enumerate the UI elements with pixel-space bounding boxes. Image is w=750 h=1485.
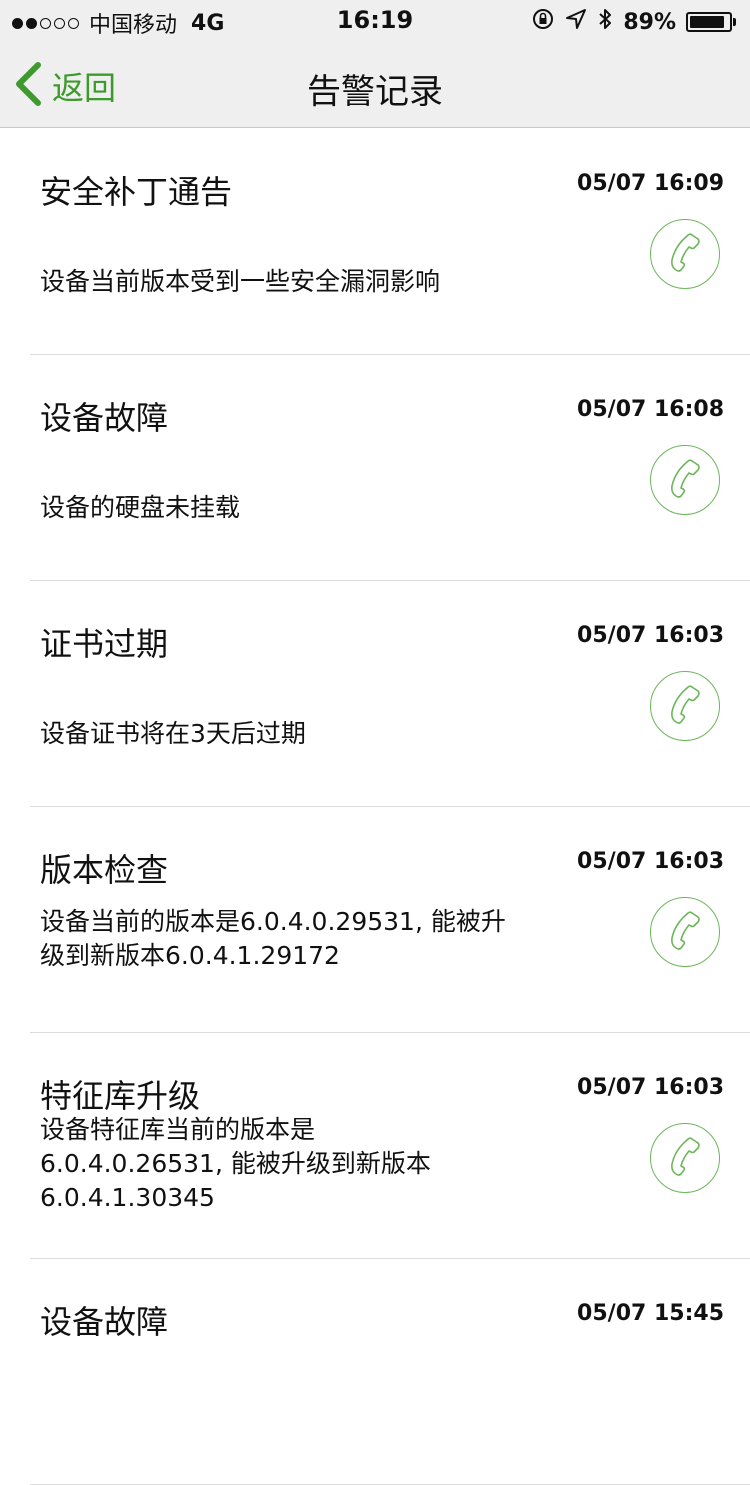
alert-item[interactable]: 安全补丁通告 05/07 16:09 设备当前版本受到一些安全漏洞影响 [0, 129, 750, 355]
alert-time: 05/07 15:45 [577, 1301, 724, 1326]
status-bar: 中国移动 4G 16:19 89% [0, 0, 750, 40]
alert-item[interactable]: 版本检查 05/07 16:03 设备当前的版本是6.0.4.0.29531, … [0, 807, 750, 1033]
alert-title: 设备故障 [40, 399, 169, 437]
phone-icon [667, 684, 703, 728]
phone-icon [667, 232, 703, 276]
alert-title: 证书过期 [40, 625, 169, 663]
alert-title: 安全补丁通告 [40, 173, 233, 211]
alert-description: 设备的硬盘未挂载 [40, 493, 241, 522]
rotation-lock-icon [531, 7, 555, 37]
alert-title: 特征库升级 [40, 1077, 201, 1115]
battery-percent: 89% [623, 9, 676, 35]
phone-icon [667, 1136, 703, 1180]
alert-time: 05/07 16:03 [577, 1075, 724, 1100]
alert-time: 05/07 16:03 [577, 849, 724, 874]
alert-description: 设备当前版本受到一些安全漏洞影响 [40, 267, 441, 296]
alert-title: 版本检查 [40, 851, 169, 889]
phone-icon [667, 910, 703, 954]
call-button[interactable] [650, 219, 720, 289]
alert-time: 05/07 16:03 [577, 623, 724, 648]
alert-item[interactable]: 证书过期 05/07 16:03 设备证书将在3天后过期 [0, 581, 750, 807]
battery-level [690, 16, 724, 28]
call-button[interactable] [650, 445, 720, 515]
status-right: 89% [531, 7, 736, 37]
call-button[interactable] [650, 671, 720, 741]
alert-description: 设备特征库当前的版本是 6.0.4.0.26531, 能被升级到新版本 6.0.… [40, 1115, 431, 1212]
alert-item[interactable]: 特征库升级 05/07 16:03 设备特征库当前的版本是 6.0.4.0.26… [0, 1033, 750, 1259]
call-button[interactable] [650, 1123, 720, 1193]
alert-list: 安全补丁通告 05/07 16:09 设备当前版本受到一些安全漏洞影响 设备故障… [0, 129, 750, 1485]
alert-item[interactable]: 设备故障 05/07 15:45 [0, 1259, 750, 1485]
alert-time: 05/07 16:09 [577, 171, 724, 196]
page-title: 告警记录 [307, 72, 443, 112]
alert-time: 05/07 16:08 [577, 397, 724, 422]
alert-title: 设备故障 [40, 1303, 169, 1341]
call-button[interactable] [650, 897, 720, 967]
battery-icon [686, 12, 736, 32]
phone-icon [667, 458, 703, 502]
alert-description: 设备当前的版本是6.0.4.0.29531, 能被升级到新版本6.0.4.1.2… [40, 907, 506, 970]
location-icon [565, 8, 587, 36]
navigation-bar: 返回 告警记录 [0, 40, 750, 128]
alert-item[interactable]: 设备故障 05/07 16:08 设备的硬盘未挂载 [0, 355, 750, 581]
alert-description: 设备证书将在3天后过期 [40, 719, 306, 748]
bluetooth-icon [597, 7, 613, 37]
